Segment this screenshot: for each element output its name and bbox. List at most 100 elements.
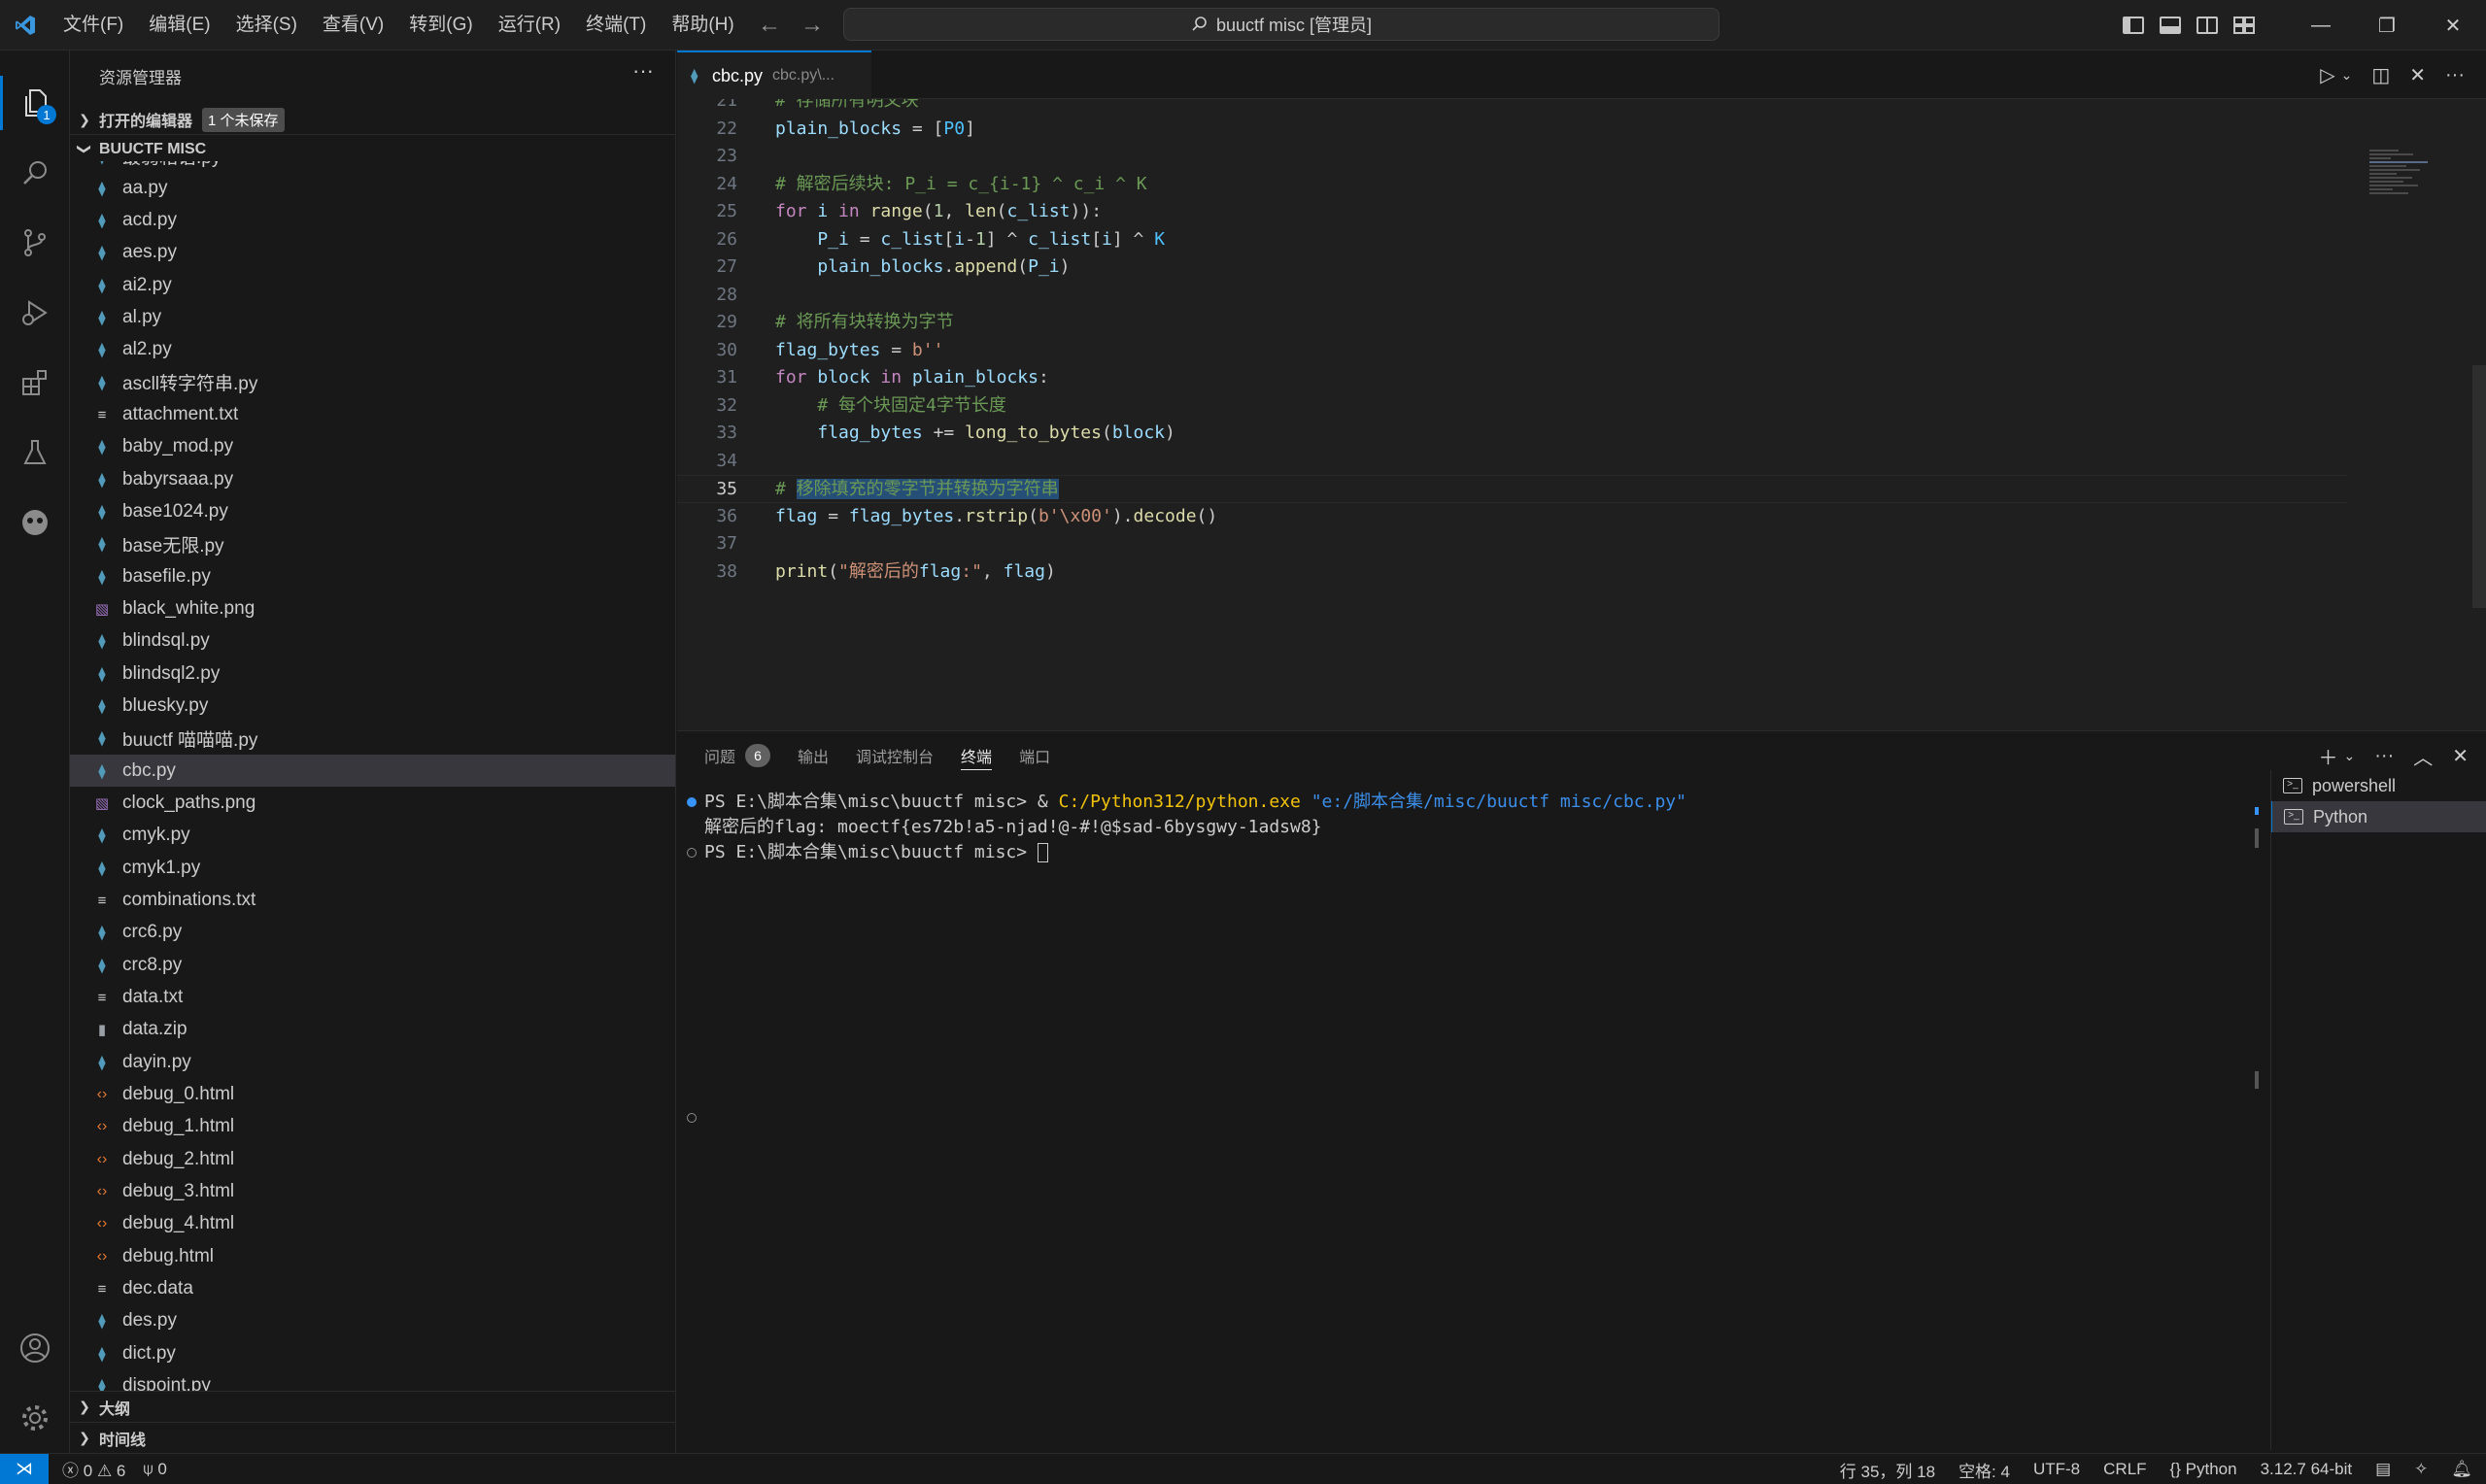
more-actions-icon[interactable]: ··· (632, 58, 654, 84)
file-item[interactable]: ⧫ babyrsaaa.py (70, 463, 675, 495)
command-success-decoration-icon[interactable] (687, 797, 697, 807)
menu-file[interactable]: 文件(F) (51, 0, 136, 51)
split-editor-icon[interactable]: ◫ (2371, 63, 2390, 87)
file-item[interactable]: ≡ dec.data (70, 1273, 675, 1305)
close-editor-icon[interactable]: ✕ (2409, 63, 2426, 87)
file-item[interactable]: ⧫ al.py (70, 302, 675, 334)
ports-status[interactable]: ⍦ 0 (143, 1460, 166, 1479)
tab-problems[interactable]: 问题 6 (704, 731, 771, 780)
folder-header[interactable]: ❯ BUUCTF MISC (70, 134, 675, 163)
toggle-secondary-sidebar-icon[interactable] (2197, 17, 2218, 34)
file-item[interactable]: ≡ combinations.txt (70, 885, 675, 917)
command-pending-decoration-icon[interactable] (687, 848, 697, 858)
outline-header[interactable]: ❯ 大纲 (70, 1391, 675, 1422)
file-item[interactable]: ⧫ ai2.py (70, 269, 675, 301)
file-item[interactable]: ⧫ aes.py (70, 237, 675, 269)
indentation[interactable]: 空格: 4 (1958, 1458, 2010, 1482)
extensions-icon[interactable] (0, 348, 70, 418)
file-item[interactable]: ≡ attachment.txt (70, 399, 675, 431)
encoding[interactable]: UTF-8 (2033, 1460, 2080, 1479)
file-item[interactable]: ‹› debug_4.html (70, 1208, 675, 1240)
restore-icon[interactable]: ❐ (2354, 0, 2420, 51)
manage-gear-icon[interactable] (0, 1383, 70, 1453)
file-icon[interactable]: ▤ (2375, 1460, 2391, 1479)
terminal-item-python[interactable]: >_ Python (2271, 801, 2486, 832)
file-item[interactable]: ≡ data.txt (70, 982, 675, 1014)
run-python-icon[interactable]: ▷ (2320, 63, 2334, 87)
file-item[interactable]: ⧫ blindsql.py (70, 625, 675, 658)
tab-cbc-py[interactable]: ⧫ cbc.py cbc.py\... (677, 51, 871, 99)
run-debug-icon[interactable] (0, 278, 70, 348)
customize-layout-icon[interactable] (2233, 17, 2255, 34)
tab-debug-console[interactable]: 调试控制台 (856, 731, 934, 780)
file-item[interactable]: ⧫ cmyk1.py (70, 852, 675, 884)
testing-icon[interactable] (0, 418, 70, 488)
file-item[interactable]: ⧫ buuctf 喵喵喵.py (70, 723, 675, 755)
file-item[interactable]: ⧫ des.py (70, 1305, 675, 1337)
terminal-output[interactable]: PS E:\脚本合集\misc\buuctf misc> & C:/Python… (677, 790, 2251, 1450)
close-window-icon[interactable]: ✕ (2420, 0, 2486, 51)
menu-run[interactable]: 运行(R) (486, 0, 573, 51)
file-item[interactable]: ⧫ crc8.py (70, 949, 675, 981)
file-item[interactable]: ⧫ bluesky.py (70, 691, 675, 723)
back-arrow-icon[interactable]: ← (758, 12, 781, 39)
file-item[interactable]: ▮ data.zip (70, 1014, 675, 1046)
menu-help[interactable]: 帮助(H) (659, 0, 746, 51)
open-editors-header[interactable]: ❯ 打开的编辑器 1 个未保存 (70, 105, 675, 134)
python-interpreter[interactable]: 3.12.7 64-bit (2261, 1460, 2353, 1479)
minimize-icon[interactable]: — (2288, 0, 2354, 51)
copilot-icon[interactable]: ✧ (2414, 1460, 2428, 1479)
menu-view[interactable]: 查看(V) (310, 0, 396, 51)
cursor-position[interactable]: 行 35，列 18 (1840, 1458, 1935, 1482)
file-item[interactable]: ⧫ base无限.py (70, 528, 675, 560)
file-item[interactable]: ⧫ blindsql2.py (70, 658, 675, 690)
run-dropdown-chevron-icon[interactable]: ⌄ (2341, 67, 2353, 84)
file-item[interactable]: ▧ clock_paths.png (70, 788, 675, 820)
new-terminal-icon[interactable]: ＋ (2319, 742, 2338, 770)
file-item[interactable]: ‹› debug_3.html (70, 1176, 675, 1208)
close-panel-icon[interactable]: ✕ (2452, 744, 2469, 768)
remote-explorer-icon[interactable] (0, 488, 70, 557)
file-item[interactable]: ⧫ cbc.py (70, 755, 675, 788)
forward-arrow-icon[interactable]: → (800, 12, 824, 39)
notifications-bell-icon[interactable]: 🔔︎ (2451, 1460, 2472, 1479)
file-item[interactable]: ‹› debug_2.html (70, 1143, 675, 1175)
account-icon[interactable] (0, 1313, 70, 1383)
command-center-search[interactable]: buuctf misc [管理员] (843, 8, 1720, 41)
editor-scrollbar[interactable] (2472, 365, 2486, 608)
terminal-scrollbar[interactable] (2251, 790, 2266, 1450)
editor-more-icon[interactable]: ··· (2445, 64, 2465, 86)
file-item[interactable]: ⧫ al2.py (70, 334, 675, 366)
file-item[interactable]: ‹› debug_0.html (70, 1079, 675, 1111)
file-item[interactable]: ⧫ baby_mod.py (70, 431, 675, 463)
maximize-panel-icon[interactable]: ︿ (2413, 742, 2433, 770)
source-control-icon[interactable] (0, 208, 70, 278)
explorer-icon[interactable]: 1 (0, 68, 70, 138)
terminal-item-powershell[interactable]: >_ powershell (2271, 770, 2486, 801)
file-item[interactable]: ‹› debug.html (70, 1240, 675, 1272)
file-item[interactable]: ⧫ basefile.py (70, 560, 675, 592)
file-item[interactable]: ⧫ ascll转字符串.py (70, 366, 675, 398)
tab-terminal[interactable]: 终端 (961, 731, 993, 780)
menu-go[interactable]: 转到(G) (396, 0, 485, 51)
file-item[interactable]: ⧫ acd.py (70, 205, 675, 237)
file-item[interactable]: ▧ black_white.png (70, 593, 675, 625)
timeline-header[interactable]: ❯ 时间线 (70, 1422, 675, 1453)
file-item[interactable]: ⧫ base1024.py (70, 496, 675, 528)
toggle-primary-sidebar-icon[interactable] (2123, 17, 2144, 34)
remote-indicator-icon[interactable]: ⋊ (0, 1453, 49, 1484)
file-item[interactable]: ⧫ cmyk.py (70, 820, 675, 852)
command-decoration-icon[interactable] (687, 1113, 697, 1123)
file-item[interactable]: ⧫ dayin.py (70, 1046, 675, 1078)
code-editor[interactable]: 21 # 存储所有明文块 22 plain_blocks = [P0] 23 24 #… (677, 99, 2486, 730)
toggle-panel-icon[interactable] (2160, 17, 2181, 34)
minimap[interactable] (2369, 150, 2447, 247)
menu-terminal[interactable]: 终端(T) (573, 0, 659, 51)
file-item[interactable]: ‹› debug_1.html (70, 1111, 675, 1143)
terminal-dropdown-chevron-icon[interactable]: ⌄ (2344, 748, 2356, 764)
search-activity-icon[interactable] (0, 138, 70, 208)
problems-status[interactable]: ⓧ 0 ⚠ 6 (62, 1457, 125, 1481)
menu-edit[interactable]: 编辑(E) (136, 0, 222, 51)
tab-output[interactable]: 输出 (798, 731, 829, 780)
menu-selection[interactable]: 选择(S) (223, 0, 310, 51)
